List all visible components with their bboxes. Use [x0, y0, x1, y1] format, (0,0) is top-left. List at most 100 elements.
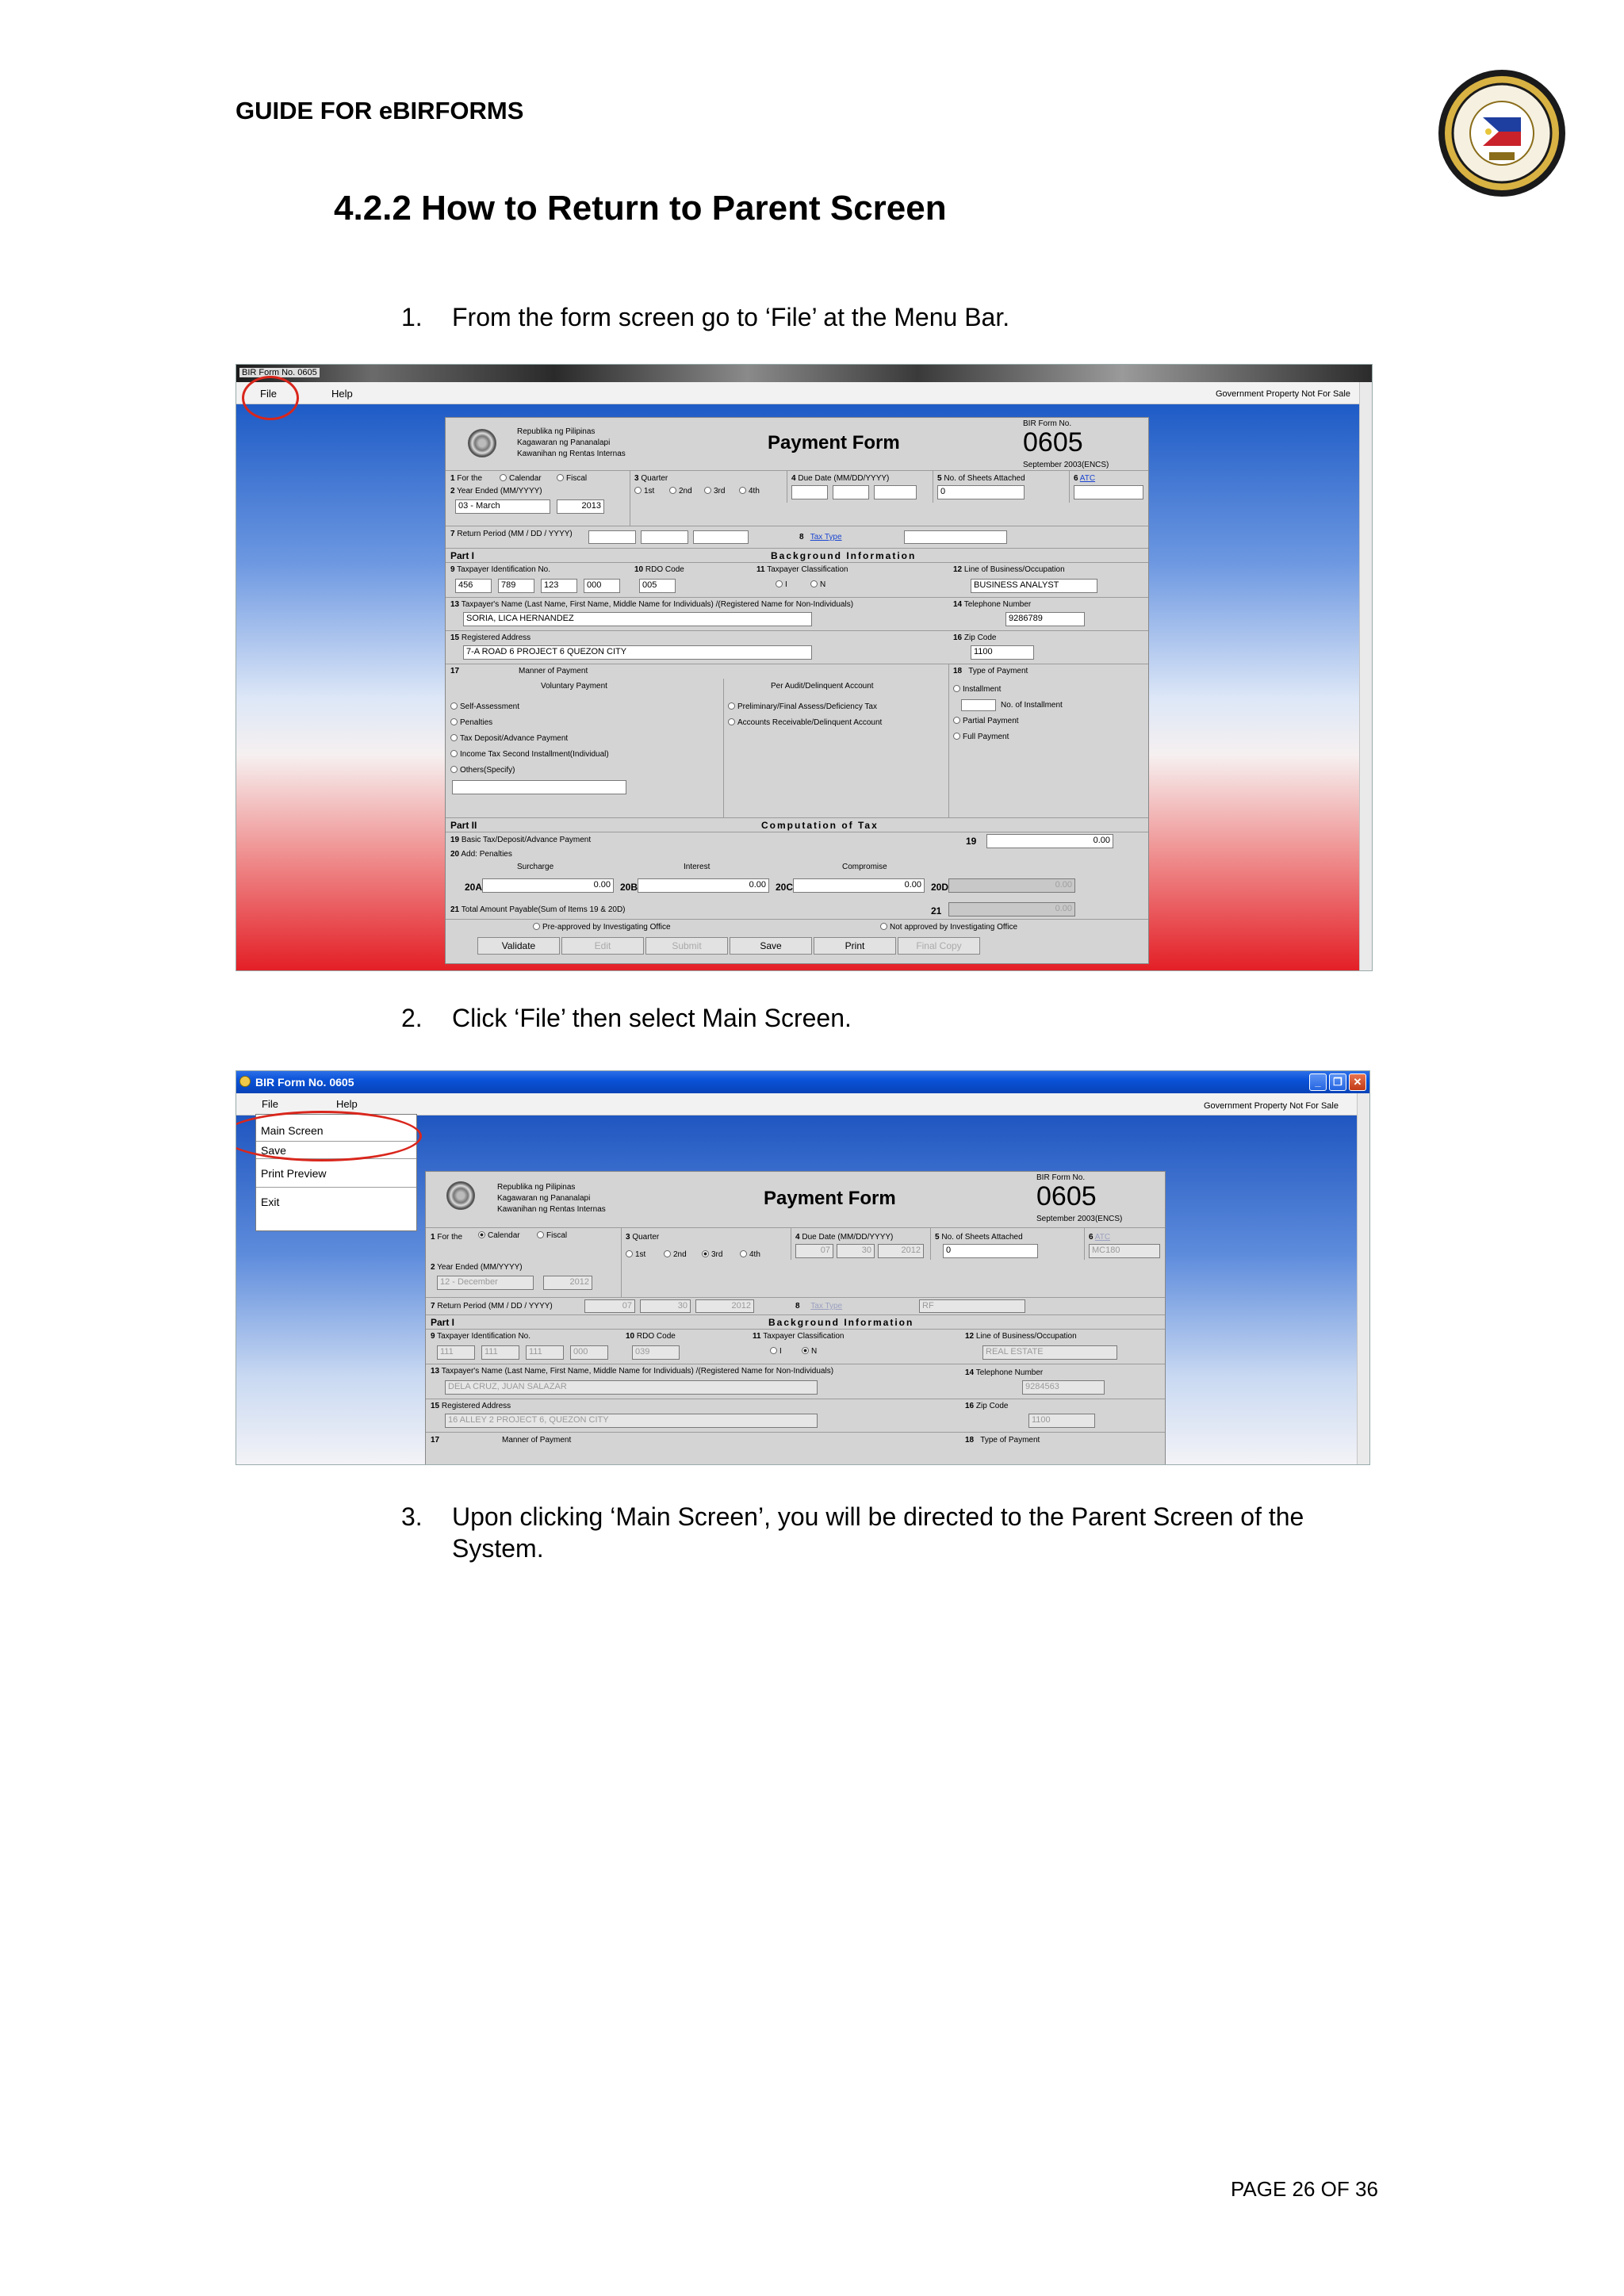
tin-3[interactable]: 111 — [526, 1345, 564, 1360]
minimize-icon[interactable]: _ — [1309, 1073, 1327, 1091]
atc-input[interactable]: MC180 — [1089, 1244, 1160, 1258]
others-input[interactable] — [452, 780, 626, 794]
installment-input[interactable] — [961, 699, 996, 711]
restore-icon[interactable]: ❐ — [1329, 1073, 1346, 1091]
radio-q4[interactable]: 4th — [740, 1250, 760, 1259]
tin-1[interactable]: 456 — [455, 579, 492, 593]
address-input[interactable]: 16 ALLEY 2 PROJECT 6, QUEZON CITY — [445, 1414, 818, 1428]
compromise-input[interactable]: 0.00 — [793, 878, 925, 893]
tin-3[interactable]: 123 — [541, 579, 577, 593]
phone-input[interactable]: 9284563 — [1022, 1380, 1105, 1395]
name-input[interactable]: DELA CRUZ, JUAN SALAZAR — [445, 1380, 818, 1395]
menu-help[interactable]: Help — [331, 388, 353, 400]
tax-type-link[interactable]: Tax Type — [810, 1302, 842, 1311]
year-input[interactable]: 2012 — [543, 1276, 592, 1290]
radio-vol-5[interactable]: Others(Specify) — [450, 766, 515, 775]
menu-help[interactable]: Help — [336, 1098, 358, 1110]
tin-4[interactable]: 000 — [584, 579, 620, 593]
radio-calendar[interactable]: Calendar — [500, 474, 542, 483]
radio-class-i[interactable]: I — [776, 580, 787, 589]
sheets-input[interactable]: 0 — [943, 1244, 1038, 1258]
basic-tax-input[interactable]: 0.00 — [986, 834, 1113, 848]
vertical-scrollbar[interactable] — [1359, 382, 1372, 970]
radio-calendar[interactable]: Calendar — [478, 1231, 520, 1240]
tin-4[interactable]: 000 — [570, 1345, 608, 1360]
period-dd[interactable] — [641, 530, 688, 544]
form-row-17: 17 Manner of Payment 18 Type of Payment … — [446, 664, 1148, 818]
due-yyyy[interactable] — [874, 485, 917, 499]
print-button[interactable]: Print — [814, 937, 896, 955]
radio-installment[interactable]: Installment — [953, 685, 1001, 694]
rdo-select[interactable]: 005 — [639, 579, 676, 593]
month-select[interactable]: 03 - March — [455, 499, 550, 514]
radio-notapproved[interactable]: Not approved by Investigating Office — [880, 923, 1017, 932]
month-select[interactable]: 12 - December — [437, 1276, 534, 1290]
radio-q1[interactable]: 1st — [634, 487, 654, 496]
radio-fiscal[interactable]: Fiscal — [557, 474, 587, 483]
tax-type-link[interactable]: Tax Type — [810, 533, 842, 541]
radio-class-i[interactable]: I — [770, 1347, 782, 1356]
zip-input[interactable]: 1100 — [971, 645, 1034, 660]
vertical-scrollbar[interactable] — [1357, 1093, 1369, 1464]
zip-input[interactable]: 1100 — [1028, 1414, 1095, 1428]
radio-q2[interactable]: 2nd — [664, 1250, 687, 1259]
final-copy-button[interactable]: Final Copy — [898, 937, 980, 955]
tax-type-input[interactable]: RF — [919, 1299, 1025, 1313]
period-mm[interactable] — [588, 530, 636, 544]
menu-file[interactable]: File — [262, 1098, 278, 1110]
surcharge-input[interactable]: 0.00 — [482, 878, 614, 893]
period-yyyy[interactable]: 2012 — [695, 1299, 754, 1313]
save-button[interactable]: Save — [730, 937, 812, 955]
tin-2[interactable]: 111 — [481, 1345, 519, 1360]
radio-full[interactable]: Full Payment — [953, 733, 1009, 741]
due-yyyy[interactable]: 2012 — [878, 1244, 924, 1258]
radio-q3[interactable]: 3rd — [704, 487, 725, 496]
field-num: 4 — [791, 474, 796, 483]
radio-q3[interactable]: 3rd — [702, 1250, 722, 1259]
radio-class-n[interactable]: N — [802, 1347, 817, 1356]
edit-button[interactable]: Edit — [561, 937, 644, 955]
validate-button[interactable]: Validate — [477, 937, 560, 955]
year-input[interactable]: 2013 — [557, 499, 604, 514]
business-input[interactable]: BUSINESS ANALYST — [971, 579, 1097, 593]
menu-item-print-preview[interactable]: Print Preview — [256, 1159, 416, 1188]
atc-link[interactable]: ATC — [1080, 474, 1095, 483]
radio-vol-1[interactable]: Self-Assessment — [450, 702, 519, 711]
radio-q2[interactable]: 2nd — [669, 487, 692, 496]
tin-1[interactable]: 111 — [437, 1345, 475, 1360]
radio-partial[interactable]: Partial Payment — [953, 717, 1019, 725]
radio-fiscal[interactable]: Fiscal — [537, 1231, 567, 1240]
radio-vol-4[interactable]: Income Tax Second Installment(Individual… — [450, 750, 609, 759]
due-dd[interactable]: 30 — [837, 1244, 875, 1258]
submit-button[interactable]: Submit — [645, 937, 728, 955]
radio-q4[interactable]: 4th — [739, 487, 760, 496]
menu-item-exit[interactable]: Exit — [256, 1188, 416, 1216]
radio-class-n[interactable]: N — [810, 580, 825, 589]
phone-input[interactable]: 9286789 — [1005, 612, 1085, 626]
field-num: 15 — [450, 633, 460, 642]
due-dd[interactable] — [833, 485, 869, 499]
field-num: 6 — [1089, 1233, 1094, 1242]
atc-link[interactable]: ATC — [1095, 1233, 1110, 1242]
due-mm[interactable]: 07 — [795, 1244, 833, 1258]
period-dd[interactable]: 30 — [640, 1299, 691, 1313]
due-mm[interactable] — [791, 485, 828, 499]
radio-q1[interactable]: 1st — [626, 1250, 645, 1259]
close-icon[interactable]: ✕ — [1349, 1073, 1366, 1091]
radio-audit-2[interactable]: Accounts Receivable/Delinquent Account — [728, 718, 882, 727]
radio-vol-3[interactable]: Tax Deposit/Advance Payment — [450, 734, 568, 743]
period-yyyy[interactable] — [693, 530, 749, 544]
radio-preapproved[interactable]: Pre-approved by Investigating Office — [533, 923, 671, 932]
interest-input[interactable]: 0.00 — [638, 878, 769, 893]
tax-type-input[interactable] — [904, 530, 1007, 544]
atc-input[interactable] — [1074, 485, 1143, 499]
period-mm[interactable]: 07 — [584, 1299, 635, 1313]
business-input[interactable]: REAL ESTATE — [982, 1345, 1117, 1360]
sheets-input[interactable]: 0 — [937, 485, 1025, 499]
radio-vol-2[interactable]: Penalties — [450, 718, 492, 727]
address-input[interactable]: 7-A ROAD 6 PROJECT 6 QUEZON CITY — [463, 645, 812, 660]
radio-audit-1[interactable]: Preliminary/Final Assess/Deficiency Tax — [728, 702, 877, 711]
name-input[interactable]: SORIA, LICA HERNANDEZ — [463, 612, 812, 626]
tin-2[interactable]: 789 — [498, 579, 534, 593]
rdo-select[interactable]: 039 — [632, 1345, 680, 1360]
